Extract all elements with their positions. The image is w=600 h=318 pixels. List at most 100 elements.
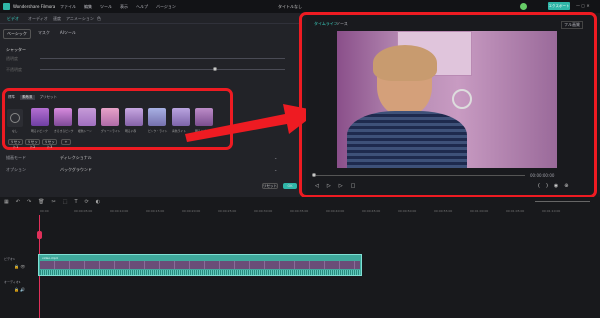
snapshot-icon[interactable]: ◉ [554,183,558,189]
ruler-tick: 00:00:45:00 [362,209,381,213]
sub-tabs: ベーシック マスク AIツール [3,29,79,39]
undo-icon[interactable]: ↶ [16,199,20,206]
window-controls[interactable]: — ▢ ✕ [576,3,590,8]
stop-icon[interactable]: □ [351,183,356,189]
clip-name: video.mp4 [42,256,58,260]
preset-label: 明るい赤 [125,129,137,133]
filter-tab[interactable]: プリセット [40,95,58,100]
next-frame-icon[interactable]: ▷ [339,183,343,189]
ruler-tick: 00:01:05:00 [506,209,525,213]
ruler-tick: 00:01:00:00 [470,209,489,213]
row3-label: 不透明度 [6,67,22,72]
chevron-down-icon[interactable]: ⌄ [274,167,277,172]
playback-progress[interactable] [315,175,525,176]
ruler-tick: 00:00 [40,209,49,213]
filter-tab[interactable]: 標準 [8,95,15,100]
clip-waveform [40,270,360,275]
export-button[interactable]: エクスポート [548,2,570,10]
menu-item[interactable]: ファイル [60,4,76,10]
preset-thumb[interactable] [125,108,143,126]
redo-icon[interactable]: ↷ [27,199,31,206]
zoom-icon[interactable]: ⊕ [564,183,568,189]
tab-color[interactable]: 色 [97,16,101,22]
ok-button[interactable]: OK [283,183,297,189]
user-avatar[interactable] [520,3,527,10]
bracket-right-icon[interactable]: ) [546,183,548,189]
split-icon[interactable]: ✂ [52,199,56,206]
chevron-down-icon[interactable]: ⌄ [274,155,277,160]
menu-item[interactable]: 編集 [84,4,92,10]
tab-video[interactable]: ビデオ [7,16,19,22]
app-title: Wondershare Filmora [13,4,56,9]
project-title: タイトルなし [278,4,302,9]
play-icon[interactable]: ▷ [327,183,331,189]
row2-label: 透明度 [6,56,18,61]
track-lock-icon[interactable]: 🔒 👁 [14,264,25,269]
slider-track[interactable] [40,58,285,59]
ring-light [452,89,472,109]
ruler-tick: 00:00:50:00 [398,209,417,213]
app-logo-icon [3,3,10,10]
delete-icon[interactable]: 🗑 [38,199,44,206]
preset-label: きらきらピンク [54,129,74,133]
person-body [347,111,467,168]
playhead-knob[interactable] [312,173,316,177]
timeline-zoom[interactable] [535,201,590,202]
menu-item[interactable]: 表示 [120,4,128,10]
options-value[interactable]: バックグラウンド [60,167,92,173]
preset-thumb[interactable] [148,108,166,126]
color-icon[interactable]: ◐ [96,199,100,206]
small-button[interactable]: リセット2 [25,139,40,149]
tab-animation[interactable]: アニメーション [66,16,94,22]
ruler-tick: 00:00:30:00 [254,209,273,213]
subtab-basic[interactable]: ベーシック [3,29,31,39]
track-label: ビデオ1 [4,257,15,261]
none-icon [10,113,20,123]
preset-label: 青色ライト [172,129,186,133]
grid-icon[interactable]: ▦ [4,199,9,206]
add-button[interactable]: + [61,139,71,145]
subtab-mask[interactable]: マスク [35,29,53,39]
ruler-tick: 00:00:35:00 [290,209,309,213]
bracket-left-icon[interactable]: ( [538,183,540,189]
shutter-label: シャッター [6,47,26,52]
blend-value[interactable]: ディレクショナル [60,155,92,161]
track-lock-icon[interactable]: 🔒 🔊 [14,287,25,292]
ruler-tick: 00:00:15:00 [146,209,165,213]
preset-thumb[interactable] [101,108,119,126]
text-icon[interactable]: T [74,199,77,206]
playhead-marker[interactable] [37,231,42,239]
preset-thumb[interactable] [78,108,96,126]
menu-item[interactable]: ツール [100,4,112,10]
menu-item[interactable]: ヘルプ [136,4,148,10]
ruler-tick: 00:00:20:00 [182,209,201,213]
video-frame [337,31,557,168]
subtab-ai-tools[interactable]: AIツール [57,29,79,39]
small-button[interactable]: リセット3 [42,139,57,149]
time-display: 00:00:00:00 [530,173,555,178]
crop-icon[interactable]: ⬚ [63,199,68,206]
ruler-tick: 00:00:55:00 [434,209,453,213]
slider-knob[interactable] [213,67,217,71]
ruler-tick: 00:00:05:00 [74,209,93,213]
prev-frame-icon[interactable]: ◁ [315,183,319,189]
preset-thumb[interactable] [31,108,49,126]
preset-thumb[interactable] [54,108,72,126]
timeline-ruler: 00:00 00:00:05:00 00:00:10:00 00:00:15:0… [38,209,598,215]
filter-tab[interactable]: 素敵風 [20,95,35,100]
timeline-toolbar: ▦ ↶ ↷ 🗑 ✂ ⬚ T ⟳ ◐ [4,199,596,206]
preset-none[interactable] [7,109,23,127]
preset-label: 明るいピンク [31,129,48,133]
reset-button[interactable]: リセット [262,183,278,189]
slider-track[interactable] [40,69,285,70]
tab-audio[interactable]: オーディオ [28,16,48,22]
ruler-tick: 00:00:40:00 [326,209,345,213]
menu-item[interactable]: バージョン [156,4,176,10]
small-button[interactable]: リセット1 [8,139,23,149]
property-tabs: ビデオ オーディオ 速度 アニメーション 色 [0,13,300,24]
tab-speed[interactable]: 速度 [53,16,61,22]
preview-tools: ( ) ◉ ⊕ [538,183,568,189]
video-clip[interactable]: video.mp4 [38,254,362,276]
clip-thumbnails [40,261,360,269]
rotate-icon[interactable]: ⟳ [85,199,89,206]
